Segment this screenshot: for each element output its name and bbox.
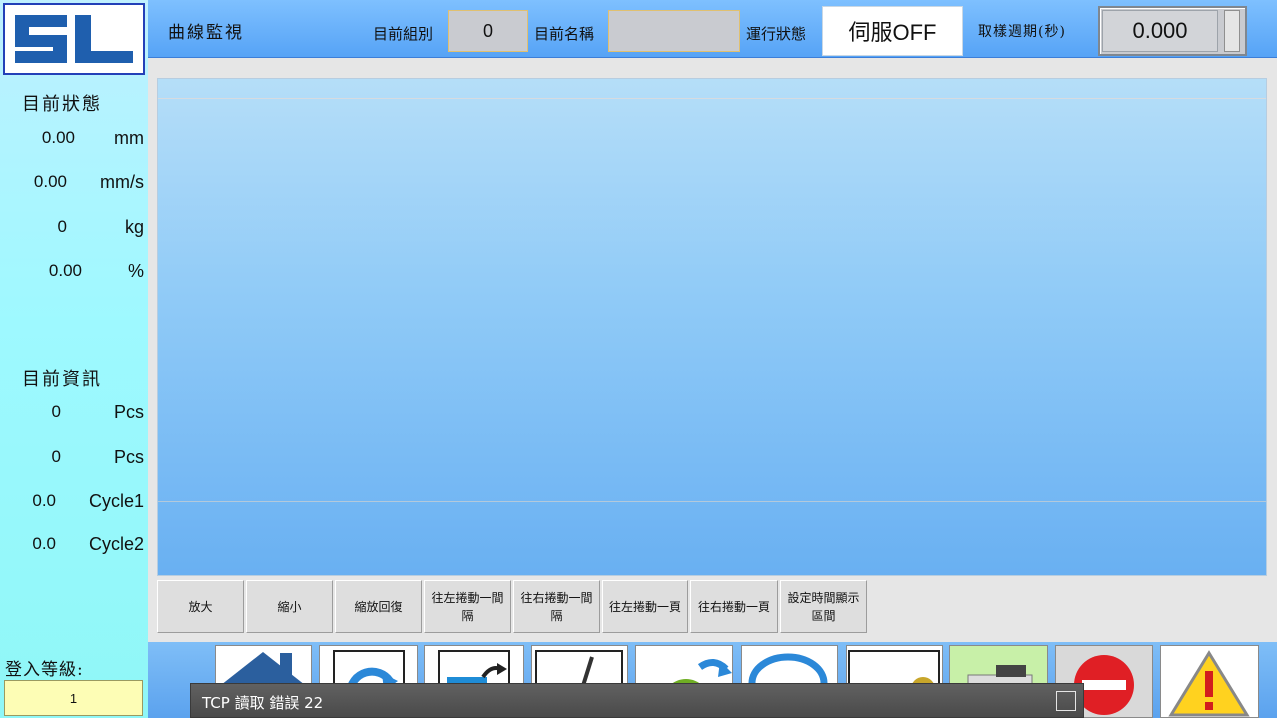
tcp-error-status-bar: TCP 讀取 錯誤 22 [190, 683, 1084, 718]
load-percent-unit: % [127, 261, 144, 281]
status-section-title: 目前狀態 [22, 94, 102, 115]
pcs-good-unit: Pcs [113, 447, 144, 467]
pcs-total-value: 0 [51, 402, 61, 421]
zoom-out-button[interactable]: 縮小 [246, 580, 333, 633]
run-status-value: 伺服OFF [822, 6, 963, 56]
page-title: 曲線監視 [168, 23, 244, 43]
scroll-right-interval-button[interactable]: 往右捲動一間隔 [513, 580, 600, 633]
info-section-title: 目前資訊 [22, 369, 102, 390]
logo-icon [15, 15, 133, 63]
group-label: 目前組別 [373, 25, 434, 43]
chart-bottom-gridline [158, 501, 1266, 502]
login-level-value[interactable]: 1 [4, 680, 143, 716]
sample-period-spinner[interactable]: 0.000 [1098, 6, 1247, 56]
load-percent-value: 0.00 [48, 261, 82, 280]
warning-icon [1168, 650, 1250, 717]
status-message: TCP 讀取 錯誤 22 [202, 694, 324, 712]
sample-period-slider-handle[interactable] [1224, 10, 1240, 52]
alarm-button[interactable] [1160, 645, 1259, 718]
position-value: 0.00 [41, 128, 75, 147]
cycle1-value: 0.0 [32, 491, 56, 510]
set-time-range-button[interactable]: 設定時間顯示區間 [780, 580, 867, 633]
pcs-good-value: 0 [51, 447, 61, 466]
pcs-total-unit: Pcs [113, 402, 144, 422]
login-level-label: 登入等級: [5, 660, 84, 680]
left-status-panel: 目前狀態 0.00 mm 0.00 mm/s 0 kg 0.00 % 目前資訊 … [0, 0, 148, 718]
scroll-right-page-button[interactable]: 往右捲動一頁 [690, 580, 778, 633]
cycle2-unit: Cycle2 [88, 534, 144, 554]
force-value: 0 [57, 217, 67, 236]
position-unit: mm [114, 128, 144, 148]
cycle2-value: 0.0 [32, 534, 56, 553]
curve-chart-area[interactable] [157, 78, 1267, 576]
name-value-field[interactable] [608, 10, 740, 52]
name-label: 目前名稱 [534, 25, 595, 43]
chart-top-gridline [158, 98, 1266, 99]
scroll-left-page-button[interactable]: 往左捲動一頁 [602, 580, 688, 633]
run-status-label: 運行狀態 [746, 25, 807, 43]
sl-logo [3, 3, 145, 75]
header-bar: 曲線監視 目前組別 0 目前名稱 運行狀態 伺服OFF 取樣週期(秒) 0.00… [148, 0, 1277, 58]
cycle1-unit: Cycle1 [88, 491, 144, 511]
scroll-left-interval-button[interactable]: 往左捲動一間隔 [424, 580, 511, 633]
group-value-field[interactable]: 0 [448, 10, 528, 52]
sample-period-value[interactable]: 0.000 [1102, 10, 1218, 52]
status-checkbox[interactable] [1056, 691, 1076, 711]
zoom-reset-button[interactable]: 縮放回復 [335, 580, 422, 633]
zoom-in-button[interactable]: 放大 [157, 580, 244, 633]
speed-unit: mm/s [100, 172, 144, 192]
force-unit: kg [124, 217, 144, 237]
speed-value: 0.00 [33, 172, 67, 191]
sample-period-label: 取樣週期(秒) [978, 24, 1066, 40]
